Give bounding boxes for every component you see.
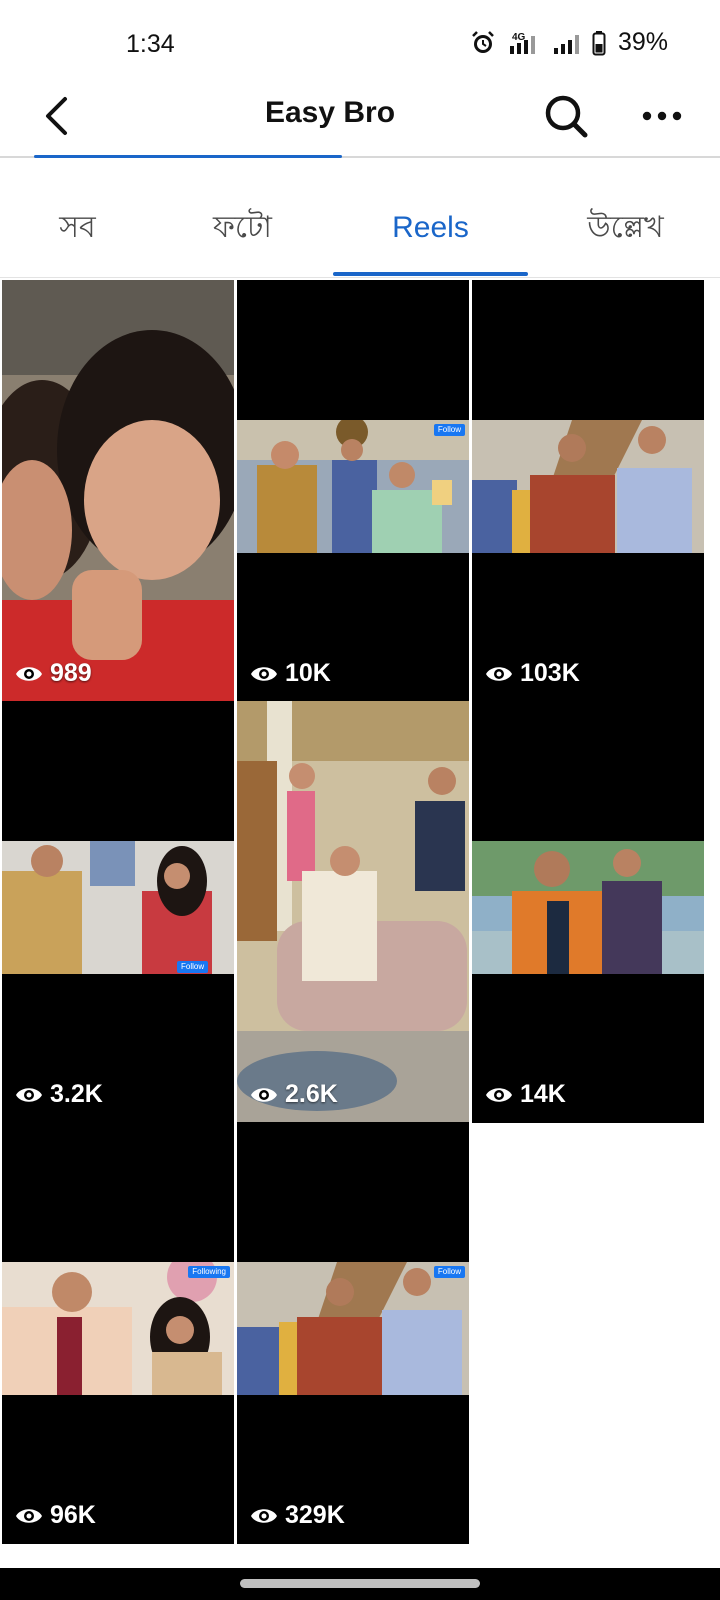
follow-badge: Follow bbox=[177, 961, 209, 973]
following-badge: Following bbox=[188, 1266, 230, 1278]
reel-thumbnail: Follow bbox=[237, 1262, 469, 1395]
view-count-text: 2.6K bbox=[285, 1080, 338, 1108]
svg-text:4G: 4G bbox=[512, 32, 526, 43]
search-button[interactable] bbox=[536, 88, 596, 148]
tab-reels[interactable]: Reels bbox=[333, 178, 528, 278]
tab-bar: সব ফটো Reels উল্লেখ bbox=[0, 178, 720, 278]
reel-tile[interactable]: 14K bbox=[472, 701, 704, 1123]
follow-badge: Follow bbox=[433, 1266, 465, 1278]
more-options-button[interactable] bbox=[632, 88, 692, 148]
alarm-icon bbox=[470, 30, 496, 56]
view-count: 989 bbox=[14, 659, 92, 688]
eye-icon bbox=[249, 1505, 279, 1527]
view-count-text: 96K bbox=[50, 1501, 96, 1529]
reel-thumbnail: Follow bbox=[2, 841, 234, 974]
reel-tile[interactable]: 103K bbox=[472, 280, 704, 702]
reel-tile[interactable]: 2.6K bbox=[237, 701, 469, 1123]
eye-icon bbox=[249, 663, 279, 685]
eye-icon bbox=[14, 1505, 44, 1527]
4g-signal-icon: 4G bbox=[506, 30, 542, 56]
status-bar: 1:34 4G 39% bbox=[0, 0, 720, 90]
view-count: 3.2K bbox=[14, 1080, 103, 1109]
view-count-text: 329K bbox=[285, 1501, 345, 1529]
view-count: 10K bbox=[249, 659, 331, 688]
more-dots-icon bbox=[642, 109, 682, 127]
reel-tile[interactable]: Following 96K bbox=[2, 1122, 234, 1544]
header-underline-indicator bbox=[34, 155, 342, 158]
eye-icon bbox=[14, 663, 44, 685]
view-count-text: 103K bbox=[520, 659, 580, 687]
view-count-text: 989 bbox=[50, 659, 92, 687]
reel-thumbnail bbox=[2, 280, 234, 702]
tab-all[interactable]: সব bbox=[0, 178, 155, 278]
view-count: 14K bbox=[484, 1080, 566, 1109]
reel-thumbnail bbox=[472, 420, 704, 553]
eye-icon bbox=[249, 1084, 279, 1106]
status-icons: 4G 39% bbox=[470, 28, 668, 57]
reel-tile[interactable]: Follow 3.2K bbox=[2, 701, 234, 1123]
reel-tile[interactable]: 989 bbox=[2, 280, 234, 702]
view-count-text: 3.2K bbox=[50, 1080, 103, 1108]
follow-badge: Follow bbox=[433, 424, 465, 436]
reel-thumbnail: Following bbox=[2, 1262, 234, 1395]
eye-icon bbox=[14, 1084, 44, 1106]
view-count-text: 10K bbox=[285, 659, 331, 687]
eye-icon bbox=[484, 663, 514, 685]
view-count: 329K bbox=[249, 1501, 345, 1530]
reel-thumbnail bbox=[472, 841, 704, 974]
battery-icon bbox=[592, 30, 606, 56]
eye-icon bbox=[484, 1084, 514, 1106]
tab-photos[interactable]: ফটো bbox=[165, 178, 320, 278]
cell-signal-icon bbox=[552, 30, 582, 56]
tab-mentions[interactable]: উল্লেখ bbox=[548, 178, 703, 278]
reel-thumbnail bbox=[237, 701, 469, 1123]
view-count: 103K bbox=[484, 659, 580, 688]
battery-percent: 39% bbox=[617, 28, 668, 56]
navigation-bar bbox=[0, 1568, 720, 1600]
app-bar: Easy Bro bbox=[0, 80, 720, 158]
reel-tile[interactable]: Follow 10K bbox=[237, 280, 469, 702]
status-time: 1:34 bbox=[126, 30, 175, 58]
reel-tile[interactable]: Follow 329K bbox=[237, 1122, 469, 1544]
view-count-text: 14K bbox=[520, 1080, 566, 1108]
home-indicator[interactable] bbox=[240, 1579, 480, 1588]
reel-thumbnail: Follow bbox=[237, 420, 469, 553]
view-count: 96K bbox=[14, 1501, 96, 1530]
search-icon bbox=[542, 92, 590, 145]
view-count: 2.6K bbox=[249, 1080, 338, 1109]
